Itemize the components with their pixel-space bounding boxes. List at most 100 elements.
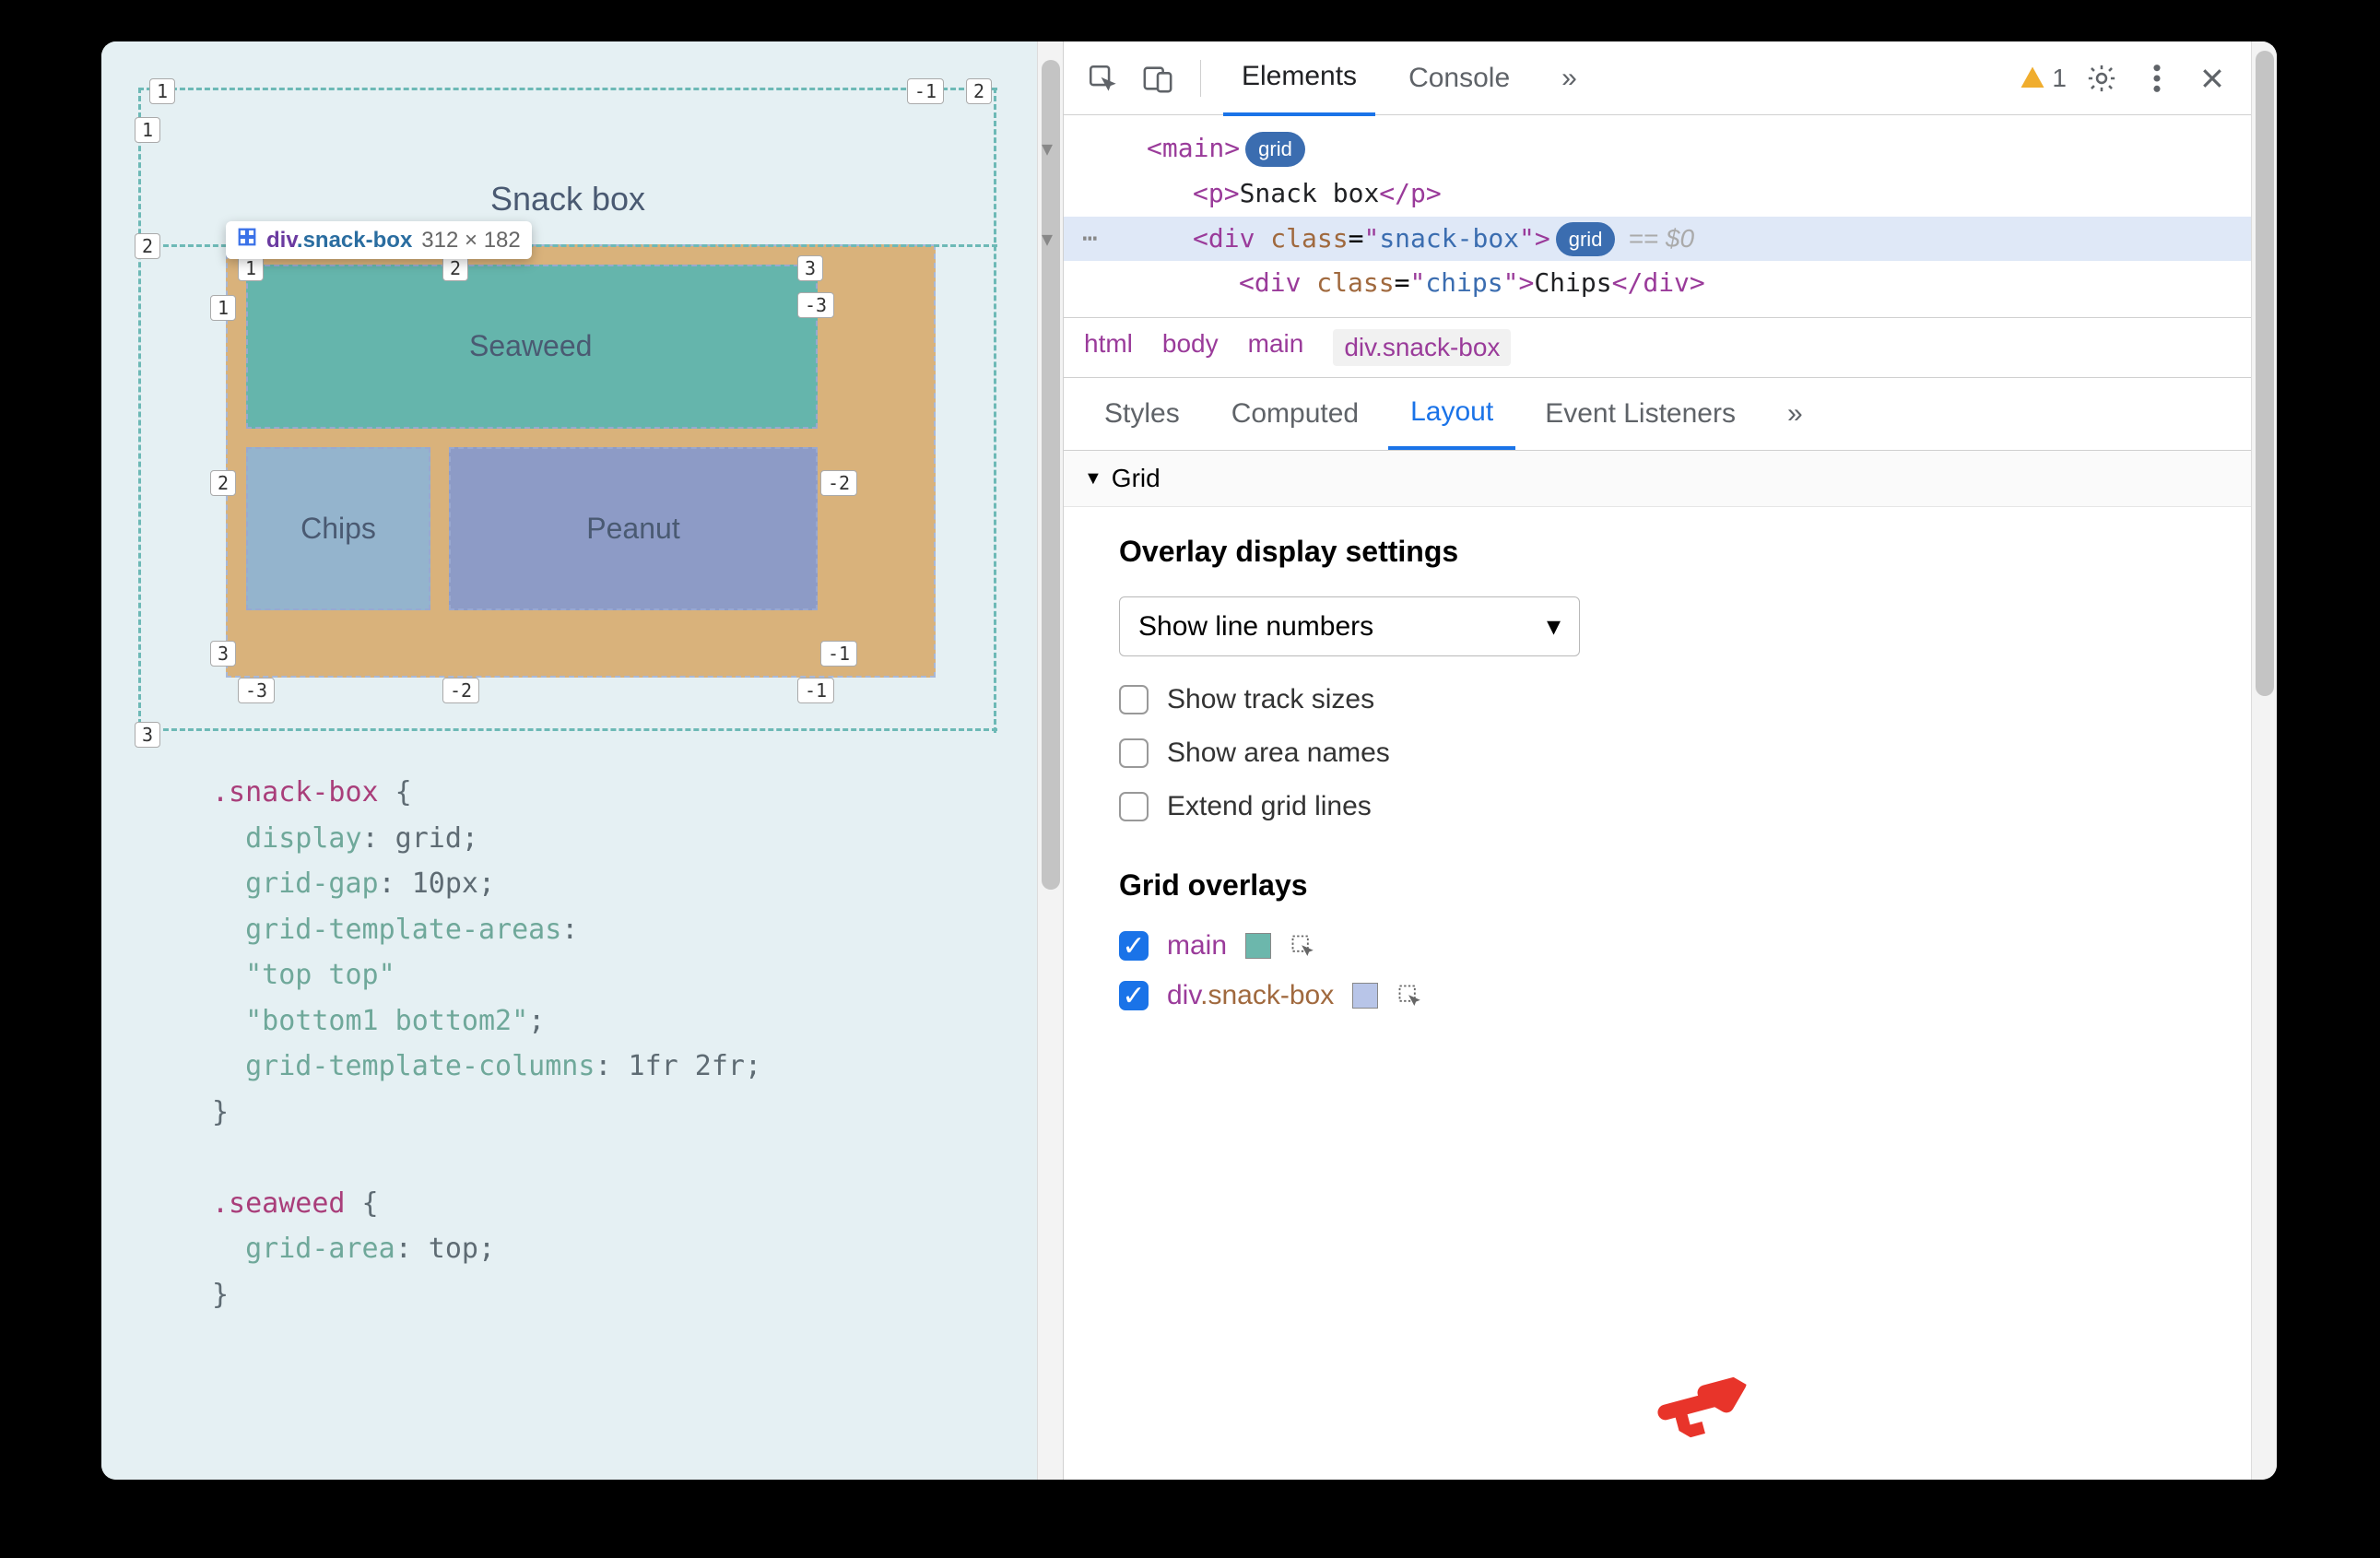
check-label: Extend grid lines — [1167, 791, 1372, 822]
tab-elements[interactable]: Elements — [1223, 41, 1375, 116]
section-title: Grid — [1112, 464, 1161, 493]
grid-overlay-item: ✓ main — [1119, 930, 2196, 962]
divider — [1200, 60, 1201, 97]
subtab-styles[interactable]: Styles — [1082, 380, 1202, 448]
kebab-icon[interactable] — [2137, 58, 2177, 99]
checkbox[interactable] — [1119, 685, 1149, 714]
track-number: 2 — [135, 233, 160, 259]
cell-peanut: Peanut — [449, 447, 818, 611]
dom-node-selected[interactable]: ⋯ ▼ <div class="snack-box">grid== $0 — [1064, 217, 2251, 262]
chevron-down-icon: ▼ — [1084, 468, 1102, 490]
outer-grid-visual: 1 -1 2 1 2 3 Snack box Seaweed Chips Pea… — [138, 88, 997, 733]
devtools-window: 1 -1 2 1 2 3 Snack box Seaweed Chips Pea… — [101, 41, 2277, 1480]
chevron-down-icon[interactable]: ▼ — [1042, 134, 1053, 163]
tooltip-class: .snack-box — [297, 228, 412, 253]
check-label: Show area names — [1167, 738, 1390, 769]
subtab-event-listeners[interactable]: Event Listeners — [1523, 380, 1758, 448]
warning-count: 1 — [2052, 64, 2067, 93]
overlay-settings-title: Overlay display settings — [1119, 535, 2196, 569]
checkbox-checked[interactable]: ✓ — [1119, 931, 1149, 961]
check-extend-lines[interactable]: Extend grid lines — [1119, 791, 2196, 822]
checkbox[interactable] — [1119, 792, 1149, 821]
crumb[interactable]: body — [1162, 329, 1219, 366]
device-toggle-icon[interactable] — [1137, 58, 1178, 99]
close-icon[interactable] — [2192, 58, 2233, 99]
track-number: -3 — [238, 678, 275, 703]
scrollbar-thumb[interactable] — [1042, 60, 1060, 890]
check-track-sizes[interactable]: Show track sizes — [1119, 684, 2196, 715]
selected-marker: == $0 — [1628, 224, 1694, 253]
grid-overlay-item: ✓ div.snack-box — [1119, 980, 2196, 1011]
tooltip-tag: div — [266, 228, 297, 253]
track-number: 2 — [442, 255, 468, 281]
subtab-computed[interactable]: Computed — [1209, 380, 1381, 448]
devtools-scrollbar[interactable] — [2251, 41, 2277, 1480]
chevron-down-icon[interactable]: ▼ — [1042, 224, 1053, 254]
dom-node[interactable]: <p>Snack box</p> — [1064, 171, 2251, 217]
crumb-active[interactable]: div.snack-box — [1333, 329, 1511, 366]
devtools-pane: Elements Console » 1 ▼ <main>grid — [1063, 41, 2251, 1480]
crumb[interactable]: main — [1248, 329, 1304, 366]
subtabs-more[interactable]: » — [1765, 380, 1825, 448]
grid-badge[interactable]: grid — [1556, 222, 1616, 256]
track-number: -3 — [797, 292, 834, 318]
tooltip-dimensions: 312 × 182 — [421, 228, 520, 254]
checkbox[interactable] — [1119, 738, 1149, 768]
scrollbar-thumb[interactable] — [2256, 51, 2274, 696]
warning-badge[interactable]: 1 — [2019, 64, 2067, 93]
cell-seaweed: Seaweed — [246, 265, 818, 429]
ellipsis-icon[interactable]: ⋯ — [1082, 218, 1098, 260]
track-number: 3 — [135, 722, 160, 748]
track-number: 1 — [210, 295, 236, 321]
reveal-icon[interactable] — [1396, 983, 1422, 1009]
gear-icon[interactable] — [2081, 58, 2122, 99]
grid-line — [994, 88, 996, 733]
grid-badge[interactable]: grid — [1245, 132, 1305, 166]
grid-line — [138, 88, 141, 733]
check-area-names[interactable]: Show area names — [1119, 738, 2196, 769]
overlay-name[interactable]: main — [1167, 930, 1227, 962]
color-swatch[interactable] — [1352, 983, 1378, 1009]
track-number: 1 — [135, 117, 160, 143]
checkbox-checked[interactable]: ✓ — [1119, 981, 1149, 1010]
page-title: Snack box — [138, 180, 997, 218]
rendered-page-pane: 1 -1 2 1 2 3 Snack box Seaweed Chips Pea… — [101, 41, 1037, 1480]
reveal-icon[interactable] — [1290, 933, 1315, 959]
subtab-layout[interactable]: Layout — [1388, 378, 1515, 450]
chevron-down-icon: ▾ — [1547, 610, 1561, 643]
grid-section-body: Overlay display settings Show line numbe… — [1064, 507, 2251, 1057]
track-number: -2 — [442, 678, 479, 703]
annotation-arrow — [1646, 1351, 1754, 1464]
crumb[interactable]: html — [1084, 329, 1133, 366]
element-tooltip: div.snack-box 312 × 182 — [226, 221, 532, 259]
check-label: Show track sizes — [1167, 684, 1374, 715]
tabs-more[interactable]: » — [1543, 42, 1596, 114]
dom-tree[interactable]: ▼ <main>grid <p>Snack box</p> ⋯ ▼ <div c… — [1064, 115, 2251, 318]
inspect-icon[interactable] — [1082, 58, 1123, 99]
grid-overlays-title: Grid overlays — [1119, 868, 2196, 903]
track-number: 2 — [210, 470, 236, 496]
cell-chips: Chips — [246, 447, 430, 611]
dom-node[interactable]: ▼ <main>grid — [1064, 126, 2251, 171]
track-number: 3 — [210, 641, 236, 667]
track-number: -1 — [907, 78, 944, 104]
track-number: -1 — [797, 678, 834, 703]
code-block: .snack-box { display: grid; grid-gap: 10… — [212, 770, 1014, 1317]
snack-grid[interactable]: Seaweed Chips Peanut — [246, 265, 818, 610]
dom-node[interactable]: <div class="chips">Chips</div> — [1064, 261, 2251, 306]
track-number: -2 — [820, 470, 857, 496]
grid-line — [138, 728, 997, 731]
color-swatch[interactable] — [1245, 933, 1271, 959]
track-number: 2 — [966, 78, 992, 104]
grid-section-header[interactable]: ▼ Grid — [1064, 451, 2251, 507]
line-numbers-select[interactable]: Show line numbers ▾ — [1119, 596, 1580, 656]
track-number: 1 — [238, 255, 264, 281]
grid-line — [138, 88, 997, 90]
select-value: Show line numbers — [1138, 611, 1373, 643]
layout-panel: ▼ Grid Overlay display settings Show lin… — [1064, 451, 2251, 1480]
overlay-name[interactable]: div.snack-box — [1167, 980, 1334, 1011]
page-scrollbar[interactable] — [1037, 41, 1063, 1480]
track-number: 3 — [797, 255, 823, 281]
tab-console[interactable]: Console — [1390, 42, 1528, 114]
styles-subtabs: Styles Computed Layout Event Listeners » — [1064, 378, 2251, 451]
